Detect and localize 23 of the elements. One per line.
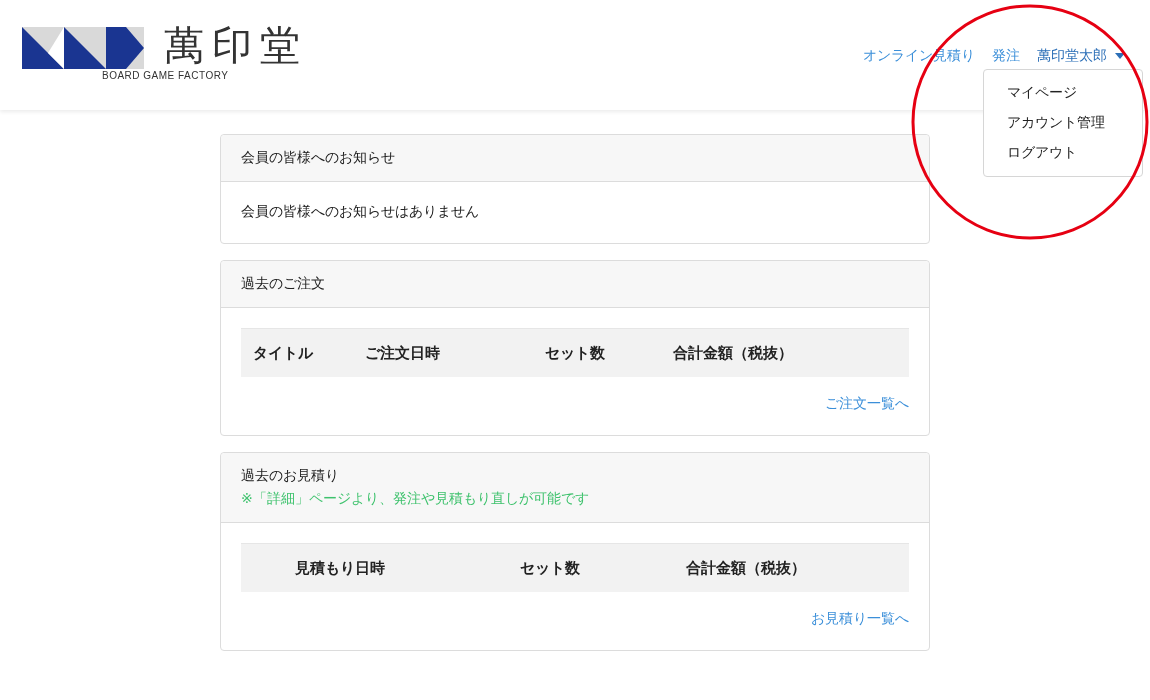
menu-item[interactable]: マイページ: [984, 78, 1142, 108]
logo-tagline: BOARD GAME FACTORY: [102, 69, 229, 81]
column-header: 見積もり日時: [295, 558, 386, 578]
column-header: セット数: [545, 343, 606, 363]
list-link[interactable]: ご注文一覧へ: [825, 395, 909, 413]
panel-title: 過去のお見積り: [241, 467, 340, 485]
list-link[interactable]: お見積り一覧へ: [811, 610, 909, 628]
notice-text: 会員の皆様へのお知らせはありません: [241, 203, 479, 219]
column-header: 合計金額（税抜）: [673, 343, 794, 363]
logo-icon: [22, 26, 144, 69]
menu-item[interactable]: ログアウト: [984, 138, 1142, 168]
column-header: セット数: [520, 558, 581, 578]
column-header: ご注文日時: [365, 343, 441, 363]
panel-title: 会員の皆様へのお知らせ: [241, 149, 396, 167]
column-header: 合計金額（税抜）: [686, 558, 807, 578]
logo-name: 萬印堂: [164, 21, 308, 68]
nav-link[interactable]: 発注: [992, 47, 1020, 65]
menu-item[interactable]: アカウント管理: [984, 108, 1142, 138]
panel-title: 過去のご注文: [241, 275, 326, 293]
caret-icon: [1115, 53, 1125, 59]
column-header: タイトル: [253, 343, 314, 363]
user-menu-toggle[interactable]: 萬印堂太郎: [1037, 47, 1125, 65]
panel-note: ※「詳細」ページより、発注や見積もり直しが可能です: [241, 490, 590, 508]
